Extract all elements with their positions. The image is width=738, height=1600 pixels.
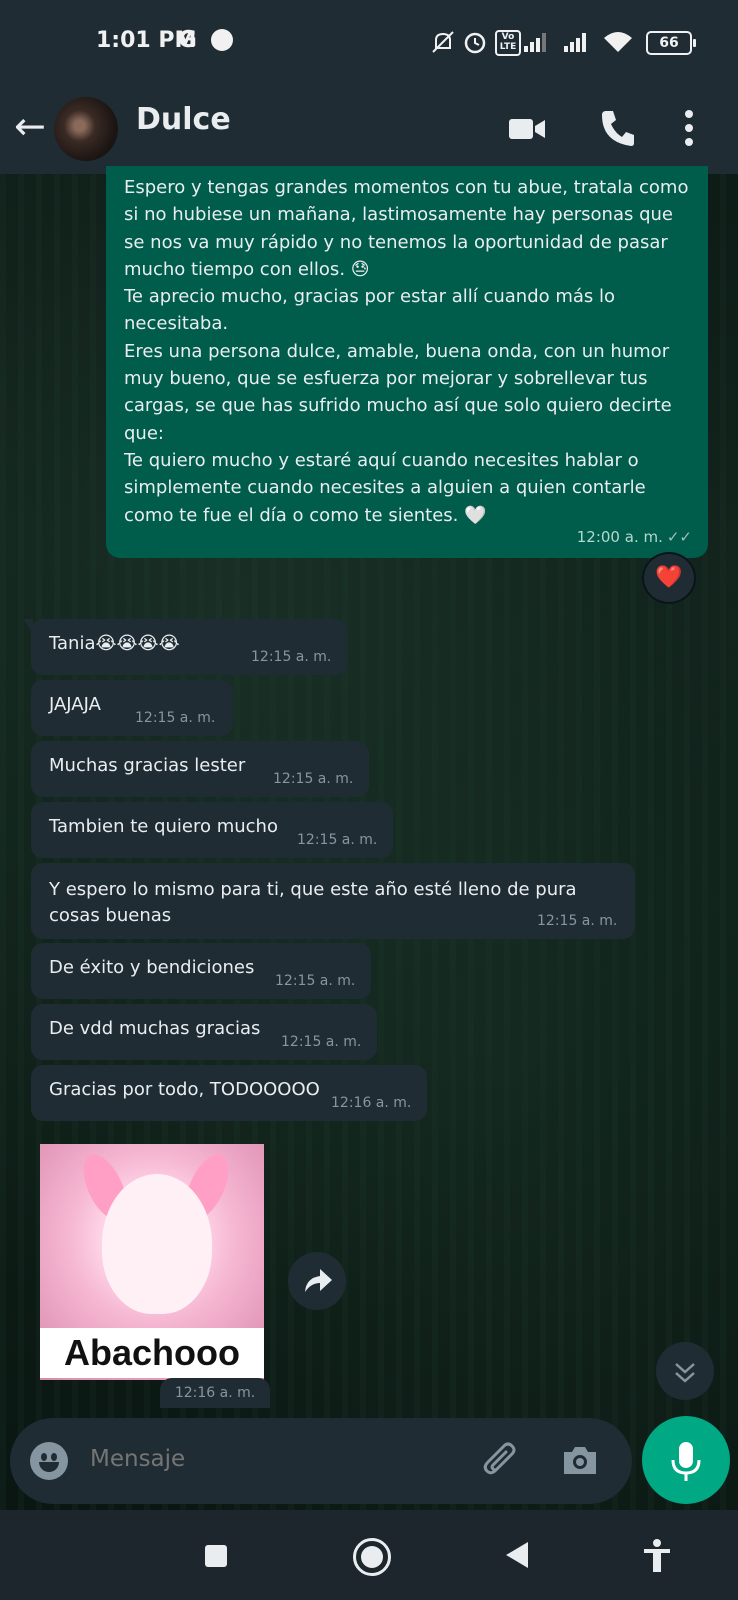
avatar[interactable] [54, 97, 118, 161]
recents-button[interactable] [205, 1545, 227, 1567]
forward-icon [305, 1269, 332, 1292]
chat-header: ← Dulce [0, 86, 738, 174]
wifi-icon [604, 32, 632, 52]
battery-icon: 66 [646, 31, 696, 55]
incoming-message[interactable]: Muchas gracias lester 12:15 a. m. [31, 741, 369, 797]
signal-icon [564, 33, 586, 52]
message-input[interactable] [90, 1446, 450, 1472]
incoming-message[interactable]: De vdd muchas gracias 12:15 a. m. [31, 1004, 377, 1060]
mute-icon [432, 31, 454, 53]
message-text: Y espero lo mismo para ti, que este año … [49, 879, 577, 926]
incoming-message[interactable]: Tambien te quiero mucho 12:15 a. m. [31, 802, 393, 858]
message-time: 12:15 a. m. [275, 973, 356, 989]
incoming-message[interactable]: De éxito y bendiciones 12:15 a. m. [31, 943, 371, 999]
message-time: 12:16 a. m. [331, 1095, 412, 1111]
sticker-caption: Abachooo [40, 1328, 264, 1378]
message-time: 12:00 a. m. [576, 528, 663, 546]
message-text: Muchas gracias lester [49, 755, 246, 776]
read-ticks-icon: ✓✓ [666, 528, 692, 546]
volte-icon: Vo LTE [495, 30, 521, 56]
message-text: Espero y tengas grandes momentos con tu … [124, 177, 689, 526]
camera-icon[interactable] [560, 1440, 600, 1480]
navigation-icon [211, 29, 233, 51]
phone-call-icon[interactable] [598, 107, 636, 149]
home-button[interactable] [353, 1538, 391, 1576]
google-icon: G [178, 27, 197, 53]
video-call-icon[interactable] [507, 109, 547, 149]
microphone-button[interactable] [642, 1416, 730, 1504]
message-text: De vdd muchas gracias [49, 1018, 261, 1039]
accessibility-icon[interactable] [642, 1538, 672, 1574]
message-time: 12:16 a. m. [160, 1378, 270, 1408]
microphone-icon [671, 1442, 701, 1481]
message-text: Gracias por todo, TODOOOOO [49, 1079, 320, 1100]
message-meta: 12:00 a. m. ✓✓ [577, 528, 692, 546]
more-options-icon[interactable] [684, 108, 694, 148]
attach-icon[interactable] [480, 1438, 520, 1482]
reaction-heart[interactable]: ❤️ [642, 552, 696, 604]
message-composer [10, 1418, 632, 1504]
message-time: 12:15 a. m. [537, 913, 618, 929]
sticker-character [102, 1174, 212, 1314]
message-time: 12:15 a. m. [135, 710, 216, 726]
alarm-icon [464, 32, 486, 54]
incoming-message[interactable]: Y espero lo mismo para ti, que este año … [31, 863, 635, 939]
message-time: 12:15 a. m. [273, 771, 354, 787]
message-time: 12:15 a. m. [281, 1034, 362, 1050]
scroll-to-bottom-button[interactable] [656, 1342, 714, 1400]
contact-name[interactable]: Dulce [136, 102, 231, 137]
message-time: 12:15 a. m. [297, 832, 378, 848]
incoming-message[interactable]: Gracias por todo, TODOOOOO 12:16 a. m. [31, 1065, 427, 1121]
forward-button[interactable] [288, 1252, 346, 1310]
message-text: Tania😭😭😭😭 [49, 633, 180, 654]
status-bar: 1:01 PM G Vo LTE 66 [0, 0, 738, 86]
double-chevron-down-icon [675, 1363, 695, 1383]
emoji-icon[interactable] [30, 1442, 68, 1480]
sticker-image[interactable]: Abachooo [40, 1144, 264, 1380]
incoming-message[interactable]: JAJAJA 12:15 a. m. [31, 680, 233, 736]
back-button[interactable] [506, 1542, 528, 1568]
incoming-message[interactable]: Tania😭😭😭😭 12:15 a. m. [23, 619, 347, 675]
message-text: De éxito y bendiciones [49, 957, 255, 978]
message-text: JAJAJA [49, 694, 101, 715]
system-navigation-bar [0, 1510, 738, 1600]
back-arrow-icon[interactable]: ← [14, 106, 46, 146]
message-time: 12:15 a. m. [251, 649, 332, 665]
message-text: Tambien te quiero mucho [49, 816, 278, 837]
outgoing-message[interactable]: Espero y tengas grandes momentos con tu … [106, 166, 708, 558]
signal-icon [524, 33, 546, 52]
